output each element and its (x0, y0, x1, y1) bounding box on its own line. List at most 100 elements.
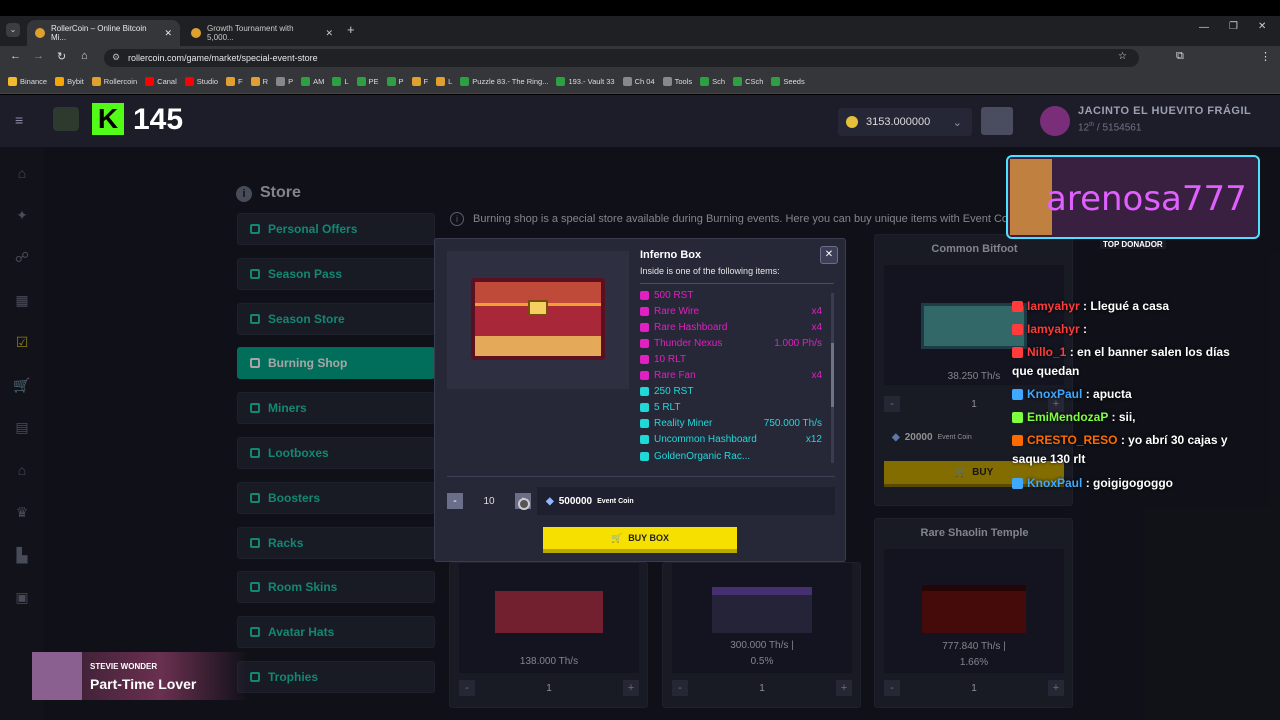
chat-badge-icon (1012, 389, 1023, 401)
username: JACINTO EL HUEVITO FRÁGIL (1078, 105, 1252, 117)
rarity-square-icon (640, 403, 649, 413)
album-cover-image (32, 652, 82, 700)
bookmark-item[interactable]: Studio (184, 77, 218, 86)
close-tab-icon[interactable]: ✕ (164, 28, 172, 39)
bookmark-item[interactable]: F (226, 77, 243, 86)
tab-search-button[interactable]: ⌄ (6, 23, 20, 37)
restore-window-icon[interactable]: ❐ (1229, 21, 1238, 32)
bookmark-favicon-icon (556, 77, 566, 86)
chat-badge-icon (1012, 324, 1023, 336)
bookmark-favicon-icon (184, 77, 194, 86)
home-icon[interactable]: ⌂ (81, 50, 88, 62)
bookmark-favicon-icon (386, 77, 396, 86)
new-tab-button[interactable]: + (347, 22, 355, 37)
close-window-icon[interactable]: ✕ (1258, 21, 1266, 32)
modal-title: Inferno Box (640, 249, 702, 261)
bookmark-item[interactable]: P (386, 77, 404, 86)
streamer-banner: arenosa777 (1006, 155, 1260, 239)
site-info-icon[interactable]: ⚙ (112, 52, 120, 63)
bookmark-item[interactable]: R (250, 77, 268, 86)
bookmark-item[interactable]: Canal (145, 77, 177, 86)
product-image (447, 251, 629, 389)
tab-rollercoin[interactable]: RollerCoin – Online Bitcoin Mi... ✕ (27, 20, 180, 46)
balance-dropdown[interactable]: 3153.000000 ⌄ (838, 108, 972, 136)
items-scrollbar[interactable] (831, 293, 834, 463)
divider (447, 476, 835, 477)
cart-icon: 🛒 (610, 532, 623, 543)
bookmark-item[interactable]: L (332, 77, 349, 86)
rarity-square-icon (640, 387, 649, 397)
bookmark-item[interactable]: AM (301, 77, 324, 86)
back-arrow-icon[interactable]: ← (10, 50, 21, 62)
buy-box-button[interactable]: 🛒 BUY BOX (543, 527, 737, 553)
bookmark-favicon-icon (771, 77, 781, 86)
tab-growth-tournament[interactable]: Growth Tournament with 5,000... ✕ (183, 20, 341, 46)
decrease-button[interactable]: - (447, 493, 463, 509)
bookmark-item[interactable]: Rollercoin (91, 77, 137, 86)
top-donor-label: TOP DONADOR (1100, 240, 1166, 249)
modal-subtitle: Inside is one of the following items: (640, 266, 780, 276)
box-item-row: Uncommon Hashboard x12 (640, 432, 822, 448)
user-avatar[interactable] (1040, 106, 1070, 136)
bookmark-item[interactable]: P (276, 77, 293, 86)
bookmark-item[interactable]: L (436, 77, 452, 86)
chat-message: Nillo_1 : en el banner salen los días qu… (1012, 345, 1230, 378)
chat-message: EmiMendozaP : sii, (1012, 408, 1252, 427)
rarity-square-icon (640, 354, 649, 364)
inferno-box-image (471, 278, 605, 360)
bookmark-item[interactable]: Ch 04 (622, 77, 655, 86)
reload-icon[interactable]: ↻ (57, 50, 66, 63)
bookmark-favicon-icon (436, 77, 446, 86)
url-field[interactable]: ⚙ rollercoin.com/game/market/special-eve… (104, 49, 1139, 67)
box-item-row: 10 RLT (640, 351, 822, 367)
bookmark-favicon-icon (411, 77, 421, 86)
rollercoin-favicon-icon (35, 28, 45, 38)
bookmark-item[interactable]: Bybit (55, 77, 84, 86)
bookmark-item[interactable]: Binance (8, 77, 47, 86)
extensions-icon[interactable]: ⧉ (1176, 50, 1184, 63)
bookmark-item[interactable]: Seeds (771, 77, 805, 86)
mouse-cursor-icon (518, 498, 530, 510)
rarity-square-icon (640, 451, 649, 461)
rarity-square-icon (640, 419, 649, 429)
minimize-window-icon[interactable]: — (1199, 22, 1209, 33)
music-title: Part-Time Lover (90, 676, 197, 692)
rarity-square-icon (640, 338, 649, 348)
coin-icon (846, 116, 858, 128)
chevron-down-icon: ⌄ (952, 116, 962, 129)
chat-message: KnoxPaul : goigigogoggo (1012, 474, 1252, 493)
close-button[interactable]: ✕ (820, 246, 838, 264)
chat-message: CRESTO_RESO : yo abrí 30 cajas y saque 1… (1012, 433, 1228, 466)
browser-menu-icon[interactable]: ⋮ (1260, 50, 1271, 63)
chest-lock (528, 300, 548, 316)
rarity-square-icon (640, 371, 649, 380)
close-tab-icon[interactable]: ✕ (325, 28, 333, 39)
bookmarks-bar: Binance Bybit Rollercoin Canal Studio F R P AM L P… (0, 70, 1280, 94)
bookmark-favicon-icon (226, 77, 236, 86)
scrollbar-thumb[interactable] (831, 343, 834, 407)
rarity-square-icon (640, 290, 649, 300)
box-item-row: Reality Miner 750.000 Th/s (640, 416, 822, 432)
box-item-row: 500 RST (640, 287, 822, 303)
wallet-button[interactable] (981, 107, 1013, 135)
box-item-row: Rare Hashboard x4 (640, 319, 822, 335)
rarity-square-icon (640, 306, 649, 316)
bookmark-item[interactable]: 193.- Vault 33 (556, 77, 615, 86)
bookmark-item[interactable]: CSch (733, 77, 763, 86)
bookmark-item[interactable]: PE (356, 77, 379, 86)
forward-arrow-icon[interactable]: → (33, 50, 44, 62)
bookmark-favicon-icon (460, 77, 470, 86)
box-item-row: Rare Fan x4 (640, 368, 822, 384)
bookmark-item[interactable]: F (411, 77, 428, 86)
bookmark-favicon-icon (301, 77, 311, 86)
bookmark-item[interactable]: Sch (700, 77, 725, 86)
rarity-square-icon (640, 322, 649, 332)
bookmark-item[interactable]: Tools (662, 77, 692, 86)
player-avatar[interactable] (53, 107, 79, 131)
bookmark-favicon-icon (700, 77, 710, 86)
box-item-row: Rare Wire x4 (640, 303, 822, 319)
box-item-row: 5 RLT (640, 400, 822, 416)
bookmark-star-icon[interactable]: ☆ (1118, 51, 1127, 62)
hamburger-menu-icon[interactable]: ≡ (15, 112, 23, 128)
bookmark-item[interactable]: Puzzle 83.- The Ring... (460, 77, 548, 86)
